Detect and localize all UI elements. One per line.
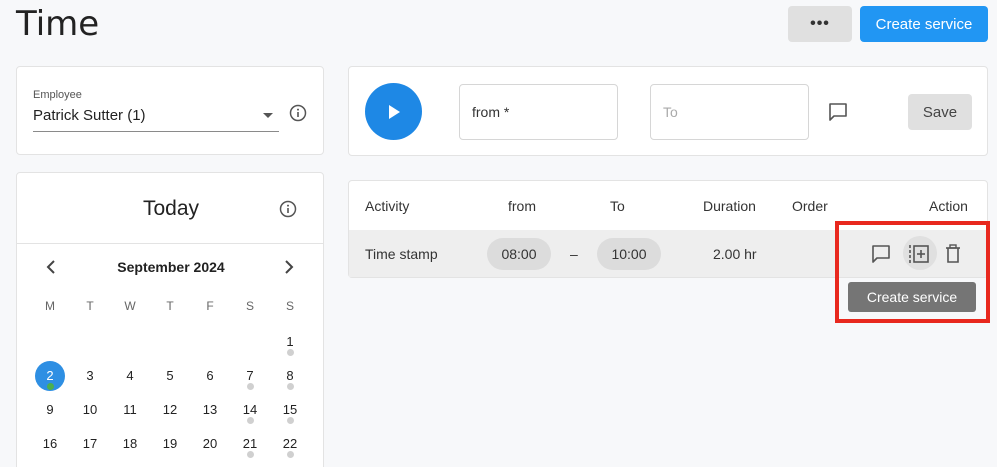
calendar-day[interactable]: 13 bbox=[195, 395, 225, 425]
page-title: Time bbox=[16, 4, 100, 44]
entry-dot bbox=[287, 383, 294, 390]
info-icon[interactable] bbox=[279, 200, 297, 218]
employee-label: Employee bbox=[33, 89, 82, 101]
weekday-label: M bbox=[45, 299, 55, 313]
duration-cell: 2.00 hr bbox=[713, 246, 757, 262]
column-header-activity: Activity bbox=[365, 198, 410, 214]
divider bbox=[17, 243, 323, 244]
calendar-day[interactable]: 17 bbox=[75, 429, 105, 459]
select-underline bbox=[33, 131, 279, 132]
from-field[interactable]: from * bbox=[459, 84, 618, 140]
column-header-to: To bbox=[610, 198, 625, 214]
calendar-day[interactable]: 11 bbox=[115, 395, 145, 425]
column-header-duration: Duration bbox=[703, 198, 756, 214]
activity-cell: Time stamp bbox=[365, 246, 438, 262]
save-button[interactable]: Save bbox=[908, 94, 972, 130]
weekday-label: S bbox=[285, 299, 294, 313]
play-button[interactable] bbox=[365, 83, 422, 140]
play-icon bbox=[388, 104, 400, 119]
calendar-day[interactable]: 9 bbox=[35, 395, 65, 425]
calendar-day[interactable]: 20 bbox=[195, 429, 225, 459]
entry-dot bbox=[247, 417, 254, 424]
calendar-card: Today September 2024 M T W T F S S 1 2 3… bbox=[16, 172, 324, 467]
create-service-tooltip: Create service bbox=[848, 282, 976, 312]
more-button[interactable]: ••• bbox=[788, 6, 852, 42]
create-service-button[interactable]: Create service bbox=[860, 6, 988, 42]
column-header-action: Action bbox=[929, 198, 968, 214]
weekday-label: W bbox=[124, 299, 136, 313]
weekday-label: T bbox=[166, 299, 174, 313]
weekday-label: S bbox=[245, 299, 254, 313]
entry-dot bbox=[247, 451, 254, 458]
column-header-order: Order bbox=[792, 198, 828, 214]
weekday-label: F bbox=[206, 299, 214, 313]
chevron-down-icon[interactable] bbox=[263, 113, 273, 118]
entry-dot bbox=[287, 349, 294, 356]
timer-card: from * To Save bbox=[348, 66, 988, 156]
to-time-chip[interactable]: 10:00 bbox=[597, 238, 661, 270]
entry-dot bbox=[287, 451, 294, 458]
calendar-day[interactable]: 5 bbox=[155, 361, 185, 391]
entry-dot bbox=[47, 383, 54, 390]
calendar-day[interactable]: 12 bbox=[155, 395, 185, 425]
calendar-day[interactable]: 19 bbox=[155, 429, 185, 459]
entry-dot bbox=[247, 383, 254, 390]
info-icon[interactable] bbox=[289, 104, 307, 122]
from-time-chip[interactable]: 08:00 bbox=[487, 238, 551, 270]
calendar-day[interactable]: 4 bbox=[115, 361, 145, 391]
calendar-day[interactable]: 6 bbox=[195, 361, 225, 391]
entry-dot bbox=[287, 417, 294, 424]
calendar-day[interactable]: 16 bbox=[35, 429, 65, 459]
employee-select[interactable]: Patrick Sutter (1) bbox=[33, 107, 146, 124]
column-header-from: from bbox=[508, 198, 536, 214]
calendar-day[interactable]: 18 bbox=[115, 429, 145, 459]
chevron-right-icon[interactable] bbox=[279, 257, 299, 277]
time-separator: – bbox=[570, 246, 578, 262]
employee-card: Employee Patrick Sutter (1) bbox=[16, 66, 324, 155]
comment-icon[interactable] bbox=[827, 101, 849, 123]
calendar-day[interactable]: 3 bbox=[75, 361, 105, 391]
to-field[interactable]: To bbox=[650, 84, 809, 140]
weekday-label: T bbox=[86, 299, 94, 313]
calendar-day[interactable]: 10 bbox=[75, 395, 105, 425]
